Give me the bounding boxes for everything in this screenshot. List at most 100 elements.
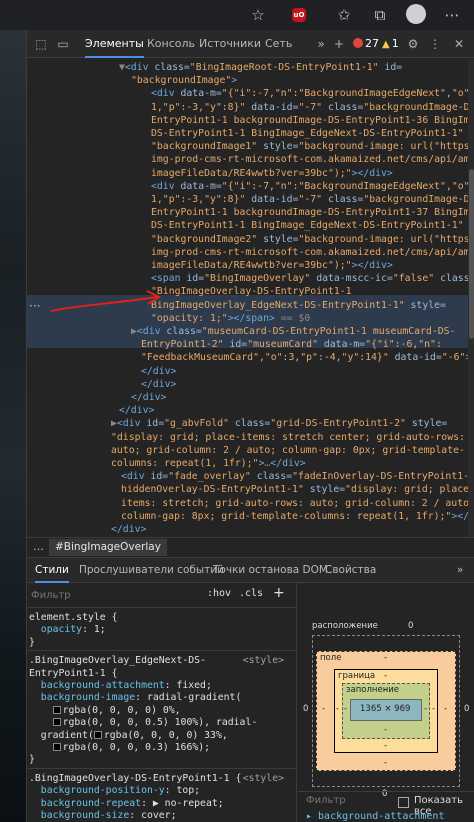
tree-scrollbar[interactable] <box>468 59 474 565</box>
dom-tree-line[interactable]: ▼<div class="BingImageRoot-DS-EntryPoint… <box>27 61 474 74</box>
dom-tree-line[interactable]: EntryPoint1-2" id="museumCard" data-m="{… <box>27 338 474 351</box>
favorites-icon[interactable]: ✩ <box>332 3 356 27</box>
dom-tree-line[interactable]: hiddenOverlay-DS-EntryPoint1-1" style="d… <box>27 483 474 496</box>
style-declaration[interactable]: background-image: radial-gradient( <box>29 691 292 704</box>
margin-left-value: - <box>322 704 326 714</box>
hover-state-toggle[interactable]: :hov <box>207 588 231 599</box>
webpage-background <box>0 30 26 822</box>
style-declaration[interactable]: rgba(0, 0, 0, 0) 0%, <box>29 704 292 717</box>
inspect-element-icon[interactable]: ⬚ <box>33 36 49 52</box>
settings-gear-icon[interactable]: ⚙ <box>405 36 421 52</box>
tab-dom-breakpoints[interactable]: Точки останова DOM <box>213 558 328 583</box>
profile-icon[interactable] <box>406 4 426 24</box>
dom-tree-line[interactable]: <span id="BingImageOverlay" data-mscc-ic… <box>27 272 474 285</box>
star-icon[interactable]: ☆ <box>246 3 270 27</box>
sidebar-tabs: Стили Прослушиватели событий Точки остан… <box>27 557 474 583</box>
dom-tree-line[interactable]: EntryPoint1-1 backgroundImage-DS-EntryPo… <box>27 114 474 127</box>
style-declaration[interactable]: } <box>29 753 292 766</box>
error-count-badge[interactable]: 27 <box>353 37 379 50</box>
dom-tree-line[interactable]: </div> <box>27 523 474 536</box>
style-declaration[interactable]: EntryPoint1-1 { <box>29 667 292 680</box>
tab-styles[interactable]: Стили <box>35 558 69 583</box>
tree-scroll-thumb[interactable] <box>469 169 474 339</box>
ublock-icon[interactable]: uO <box>292 8 306 22</box>
computed-property-item[interactable]: ▸ background-attachment <box>306 811 444 822</box>
dom-tree-line[interactable]: img-prod-cms-rt-microsoft-com.akamaized.… <box>27 246 474 259</box>
dom-tree-line[interactable]: ▶<div class="museumCard-DS-EntryPoint1-1… <box>27 325 474 338</box>
more-icon[interactable]: ⋯ <box>440 3 464 27</box>
dom-tree-line[interactable]: </div> <box>27 391 474 404</box>
dom-tree-line[interactable]: "backgroundImage"> <box>27 74 474 87</box>
dom-tree-line[interactable]: "backgroundImage2" style="background-ima… <box>27 233 474 246</box>
dom-tree-line[interactable]: <div id="fade_overlay" class="fadeInOver… <box>27 470 474 483</box>
dom-tree-line[interactable]: 1,"p":-3,"y":8}" data-id="-7" class="bac… <box>27 193 474 206</box>
border-top-value: - <box>384 671 388 681</box>
breadcrumb-ellipsis[interactable]: … <box>33 540 44 553</box>
padding-right-value: - <box>424 704 428 714</box>
style-declaration[interactable]: gradient(rgba(0, 0, 0, 0) 33%, <box>29 729 292 742</box>
computed-filter-input[interactable] <box>306 795 376 806</box>
tab-console[interactable]: Консоль <box>147 30 195 58</box>
style-declaration[interactable]: opacity: 1; <box>29 623 292 636</box>
more-tabs-icon[interactable]: » <box>313 36 329 52</box>
position-left-value: 0 <box>303 704 309 714</box>
dom-tree-line[interactable]: imageFileData/RE4wwtb?ver=39bc");"></div… <box>27 167 474 180</box>
add-tab-icon[interactable]: + <box>331 36 347 52</box>
tab-event-listeners[interactable]: Прослушиватели событий <box>79 558 224 583</box>
rule-separator <box>27 767 296 769</box>
tab-sources[interactable]: Источники <box>199 30 261 58</box>
dom-tree-line[interactable]: DS-EntryPoint1-1 BingImage_EdgeNext-DS-E… <box>27 127 474 140</box>
dom-tree-line[interactable]: "FeedbackMuseumCard","o":3,"p":-4,"y":14… <box>27 351 474 364</box>
dom-tree-line[interactable]: img-prod-cms-rt-microsoft-com.akamaized.… <box>27 153 474 166</box>
dom-tree-line[interactable]: </div> <box>27 365 474 378</box>
tab-properties[interactable]: Свойства <box>325 558 376 583</box>
dom-tree-line[interactable]: DS-EntryPoint1-1 BingImage_EdgeNext-DS-E… <box>27 219 474 232</box>
tab-network[interactable]: Сеть <box>265 30 292 58</box>
style-source-link[interactable]: <style> <box>243 772 284 785</box>
dom-tree-line[interactable]: <div data-m="{"i":-7,"n":"BackgroundImag… <box>27 87 474 100</box>
close-devtools-icon[interactable]: ✕ <box>451 36 467 52</box>
elements-tree[interactable]: ▼<div class="BingImageRoot-DS-EntryPoint… <box>27 59 474 565</box>
styles-filter-input[interactable] <box>31 588 181 603</box>
breadcrumb-selected-node[interactable]: #BingImageOverlay <box>49 539 167 556</box>
dom-tree-line[interactable]: <div data-m="{"i":-7,"n":"BackgroundImag… <box>27 180 474 193</box>
dom-tree-line[interactable]: ▶<div id="g_abvFold" class="grid-DS-Entr… <box>27 417 474 430</box>
dom-tree-line[interactable]: "backgroundImage1" style="background-ima… <box>27 140 474 153</box>
dom-tree-line[interactable]: column-gap: 8px; grid-template-columns: … <box>27 510 474 523</box>
style-rule-selector[interactable]: .BingImageOverlay_EdgeNext-DS- <style> <box>29 654 292 667</box>
dom-tree-line[interactable]: imageFileData/RE4wwtb?ver=39bc");"></div… <box>27 259 474 272</box>
style-declaration[interactable]: rgba(0, 0, 0, 0.3) 166%); <box>29 741 292 754</box>
new-style-rule-button[interactable]: + <box>273 585 285 601</box>
border-right-value: - <box>432 704 436 714</box>
style-rule-selector[interactable]: element.style { <box>29 611 292 624</box>
computed-filter-row: Показать все <box>298 791 474 817</box>
style-declaration[interactable]: } <box>29 636 292 649</box>
dom-tree-line[interactable]: 1,"p":-3,"y":8}" data-id="-7" class="bac… <box>27 101 474 114</box>
class-toggle[interactable]: .cls <box>239 588 263 599</box>
tab-elements[interactable]: Элементы <box>85 30 144 58</box>
node-actions-ellipsis[interactable]: ··· <box>29 299 40 313</box>
dom-tree-line[interactable]: auto; grid-column: 2 / auto; column-gap:… <box>27 444 474 457</box>
style-declaration[interactable]: background-position-y: top; <box>29 784 292 797</box>
box-model-pane: расположение 0 0 0 0 поле - - - - границ… <box>298 583 474 822</box>
show-all-checkbox[interactable] <box>398 797 409 808</box>
warning-count-badge[interactable]: ▲ 1 <box>382 37 399 50</box>
dom-tree-line[interactable]: "display: grid; place-items: stretch cen… <box>27 431 474 444</box>
style-rule-selector[interactable]: .BingImageOverlay-DS-EntryPoint1-1 {<sty… <box>29 772 292 785</box>
error-icon <box>353 38 363 48</box>
style-declaration[interactable]: background-attachment: fixed; <box>29 679 292 692</box>
style-declaration[interactable]: rgba(0, 0, 0, 0.5) 100%), radial- <box>29 716 292 729</box>
dom-tree-line[interactable]: items: stretch; grid-auto-rows: auto; gr… <box>27 497 474 510</box>
dom-tree-line[interactable]: EntryPoint1-1 backgroundImage-DS-EntryPo… <box>27 206 474 219</box>
dom-tree-line[interactable]: </div> <box>27 404 474 417</box>
dom-tree-line[interactable]: </div> <box>27 378 474 391</box>
dom-tree-line[interactable]: columns: repeat(1, 1fr);">…</div> <box>27 457 474 470</box>
collections-icon[interactable]: ⧉ <box>368 3 392 27</box>
position-value: 0 <box>408 621 414 631</box>
style-source-link[interactable]: <style> <box>243 654 284 667</box>
style-declaration[interactable]: background-size: cover; <box>29 809 292 822</box>
device-toolbar-icon[interactable]: ▭ <box>55 36 71 52</box>
customize-menu-icon[interactable]: ⋮ <box>427 36 443 52</box>
more-sidebar-tabs-icon[interactable]: » <box>457 558 463 583</box>
style-declaration[interactable]: background-repeat: ▶ no-repeat; <box>29 797 292 810</box>
